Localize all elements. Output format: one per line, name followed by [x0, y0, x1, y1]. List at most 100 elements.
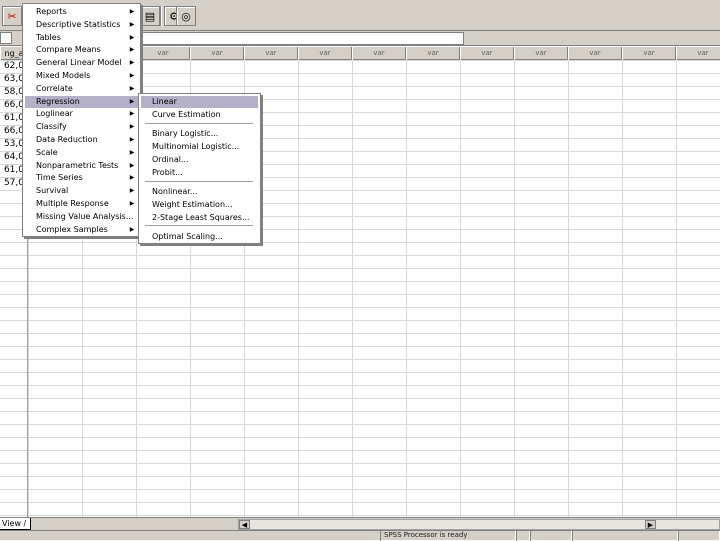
column-header[interactable]: var [190, 47, 244, 60]
menu-item[interactable]: Reports ▶ [25, 6, 138, 18]
submenu-arrow-icon: ▶ [129, 46, 135, 54]
cell-value-input[interactable] [140, 32, 464, 45]
submenu-item-label: Multinomial Logistic... [152, 142, 240, 151]
show-all-icon[interactable]: ◎ [176, 6, 196, 26]
submenu-arrow-icon: ▶ [129, 97, 135, 105]
menu-item-label: Data Reduction [36, 135, 98, 144]
column-header[interactable]: var [622, 47, 676, 60]
find-icon[interactable]: ▤ [140, 6, 160, 26]
submenu-item[interactable]: Ordinal... [141, 154, 258, 166]
submenu-item-label: Binary Logistic... [152, 129, 219, 138]
menu-item[interactable]: Loglinear ▶ [25, 108, 138, 120]
menu-item[interactable]: Compare Means ▶ [25, 44, 138, 56]
cell-value[interactable]: 62,0 [0, 60, 24, 73]
submenu-arrow-icon: ▶ [129, 20, 135, 28]
regression-submenu: Linear Curve Estimation Binary Logistic...… [138, 93, 261, 244]
menu-item[interactable]: General Linear Model ▶ [25, 57, 138, 69]
menu-item[interactable]: Data Reduction ▶ [25, 134, 138, 146]
menu-item-label: Reports [36, 7, 67, 16]
submenu-item[interactable]: Curve Estimation [141, 109, 258, 121]
menu-item-label: Tables [36, 32, 61, 42]
cell-value[interactable]: 61,0 [0, 164, 24, 177]
analyze-menu: Reports ▶ Descriptive Statistics ▶ Tables ▶ Co… [22, 3, 141, 237]
submenu-arrow-icon: ▶ [129, 136, 135, 143]
menu-item[interactable]: Classify ▶ [25, 121, 138, 133]
menu-item-label: Time Series [36, 173, 83, 183]
menu-item-label: Scale [36, 147, 58, 157]
menu-item-label: Regression [36, 96, 80, 106]
menu-item[interactable]: Time Series ▶ [25, 172, 138, 184]
column-header[interactable]: var [352, 47, 406, 60]
submenu-arrow-icon: ▶ [129, 84, 135, 92]
submenu-item-label: 2-Stage Least Squares... [152, 213, 250, 222]
column-header[interactable]: var [676, 47, 720, 60]
submenu-arrow-icon: ▶ [129, 161, 135, 169]
menu-item[interactable]: Descriptive Statistics ▶ [25, 19, 138, 31]
submenu-item[interactable]: Optimal Scaling... [141, 231, 258, 243]
cell-reference-box[interactable] [0, 32, 12, 44]
menu-item-label: Classify [36, 122, 67, 132]
submenu-arrow-icon: ▶ [129, 225, 135, 233]
sheet-tab-strip: View / ◀ ▶ [0, 517, 720, 530]
cut-icon[interactable]: ✂ [2, 6, 22, 26]
menu-separator [145, 225, 253, 226]
submenu-item[interactable]: Weight Estimation... [141, 199, 258, 211]
cell-value[interactable]: 66,0 [0, 125, 24, 138]
menu-item[interactable]: Multiple Response ▶ [25, 198, 138, 210]
cell-value[interactable]: 61,0 [0, 112, 24, 125]
tab-variable-view[interactable]: View / [0, 518, 32, 530]
column-header[interactable]: var [514, 47, 568, 60]
submenu-arrow-icon: ▶ [129, 59, 135, 67]
submenu-item[interactable]: Nonlinear... [141, 186, 258, 198]
menu-item[interactable]: Complex Samples ▶ [25, 224, 138, 236]
submenu-item-label: Weight Estimation... [152, 200, 233, 209]
menu-item[interactable]: Tables ▶ [25, 32, 138, 44]
menu-item[interactable]: Regression ▶ [25, 95, 138, 108]
column-header[interactable]: var [406, 47, 460, 60]
cell-value[interactable]: 64,0 [0, 151, 24, 164]
submenu-arrow-icon: ▶ [129, 110, 135, 118]
cell-value[interactable]: 58,0 [0, 86, 24, 99]
cell-value[interactable]: 66,0 [0, 99, 24, 112]
submenu-arrow-icon: ▶ [129, 148, 135, 156]
column-header[interactable]: var [568, 47, 622, 60]
menu-item-label: Complex Samples [36, 224, 108, 234]
cell-value[interactable]: 63,0 [0, 73, 24, 86]
submenu-item-label: Linear [152, 97, 177, 106]
menu-item[interactable]: Scale ▶ [25, 147, 138, 159]
column-header[interactable]: var [298, 47, 352, 60]
menu-item-label: General Linear Model [36, 58, 122, 68]
menu-item-label: Correlate [36, 83, 73, 93]
column-header[interactable]: var [244, 47, 298, 60]
submenu-arrow-icon: ▶ [129, 187, 135, 195]
submenu-item-label: Nonlinear... [152, 187, 198, 196]
submenu-item[interactable]: Linear [141, 96, 258, 108]
submenu-item[interactable]: Binary Logistic... [141, 128, 258, 140]
column-header[interactable]: var [136, 47, 190, 60]
menu-item[interactable]: Correlate ▶ [25, 83, 138, 95]
scroll-right-icon[interactable]: ▶ [645, 520, 656, 529]
menu-item-label: Survival [36, 186, 69, 196]
submenu-item-label: Ordinal... [152, 155, 189, 164]
submenu-item[interactable]: Probit... [141, 167, 258, 179]
submenu-item[interactable]: Multinomial Logistic... [141, 141, 258, 153]
submenu-arrow-icon: ▶ [129, 174, 135, 182]
scroll-left-icon[interactable]: ◀ [239, 520, 250, 529]
cell-value[interactable]: 53,0 [0, 138, 24, 151]
tab-label: View [2, 519, 21, 528]
cell-value[interactable]: 57,0 [0, 177, 24, 190]
menu-item-label: Nonparametric Tests [36, 160, 119, 170]
menu-item-label: Mixed Models [36, 71, 91, 80]
menu-separator [145, 181, 253, 182]
submenu-arrow-icon: ▶ [129, 72, 135, 79]
menu-separator [145, 123, 253, 124]
menu-item[interactable]: Survival ▶ [25, 185, 138, 197]
menu-item[interactable]: Nonparametric Tests ▶ [25, 160, 138, 172]
status-bar: SPSS Processor is ready [0, 530, 720, 541]
menu-item-label: Missing Value Analysis... [36, 211, 134, 221]
menu-item[interactable]: Mixed Models ▶ [25, 70, 138, 82]
menu-item[interactable]: Missing Value Analysis... [25, 211, 138, 223]
submenu-item[interactable]: 2-Stage Least Squares... [141, 212, 258, 224]
column-header[interactable]: var [460, 47, 514, 60]
horizontal-scrollbar[interactable]: ◀ ▶ [238, 519, 720, 530]
